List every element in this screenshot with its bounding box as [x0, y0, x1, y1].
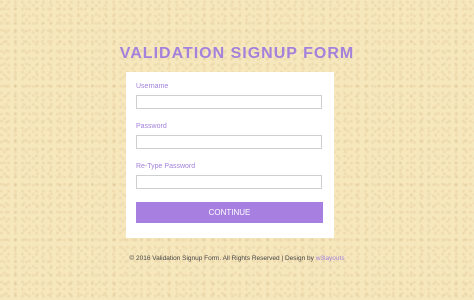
username-field-group: Username	[136, 82, 324, 109]
footer: © 2016 Validation Signup Form. All Right…	[0, 255, 474, 262]
page-title: VALIDATION SIGNUP FORM	[119, 44, 355, 62]
footer-text: © 2016 Validation Signup Form. All Right…	[129, 255, 316, 262]
retype-password-field-group: Re-Type Password	[136, 162, 324, 189]
password-input[interactable]	[136, 135, 322, 149]
username-input[interactable]	[136, 95, 322, 109]
signup-form-card: Username Password Re-Type Password CONTI…	[126, 72, 334, 238]
username-label: Username	[136, 83, 169, 90]
design-credit-link[interactable]: w3layouts	[316, 255, 345, 262]
continue-button[interactable]: CONTINUE	[136, 202, 323, 223]
retype-password-input[interactable]	[136, 175, 322, 189]
password-label: Password	[136, 123, 167, 130]
password-field-group: Password	[136, 122, 324, 149]
retype-password-label: Re-Type Password	[136, 163, 196, 170]
